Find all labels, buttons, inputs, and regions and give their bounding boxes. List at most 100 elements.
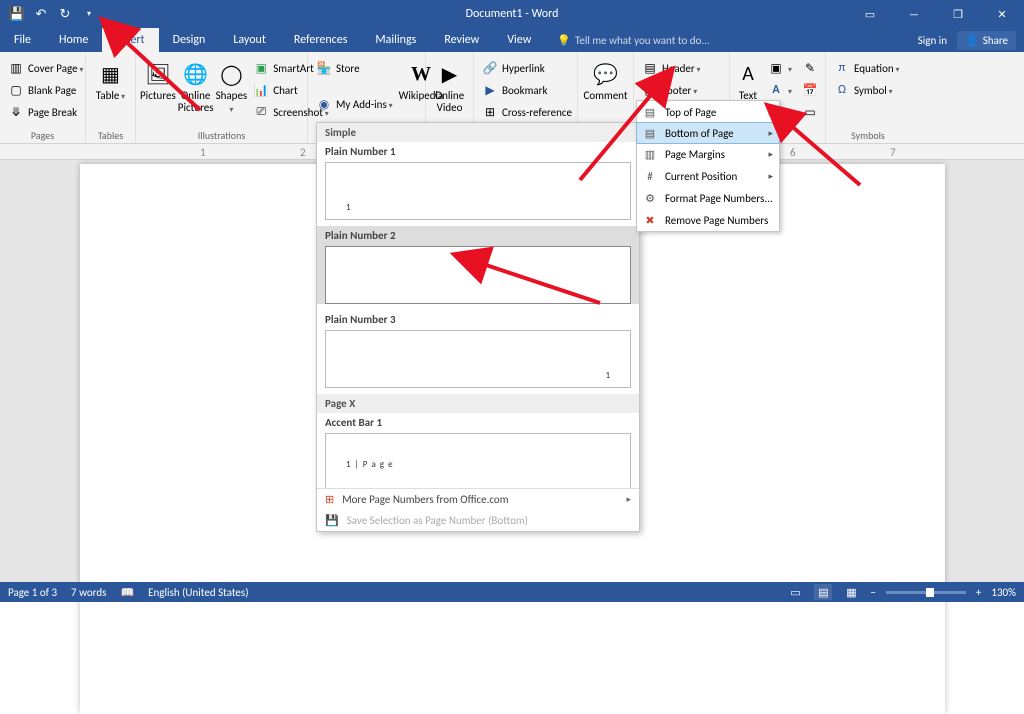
group-label-tables: Tables	[90, 129, 131, 143]
store-button[interactable]: 🏪Store	[312, 58, 397, 78]
redo-icon[interactable]: ↻	[54, 3, 76, 25]
tab-design[interactable]: Design	[159, 28, 220, 52]
gallery-item-accent-bar-1[interactable]: Accent Bar 1 1 | P a g e	[317, 413, 639, 488]
chevron-right-icon: ▸	[768, 107, 773, 118]
blank-page-icon: ▢	[8, 82, 24, 98]
header-button[interactable]: ▤Header	[638, 58, 728, 78]
gallery-scroll[interactable]: Simple Plain Number 1 1 Plain Number 2 1…	[317, 123, 639, 488]
gallery-item-plain-number-3[interactable]: Plain Number 3 1	[317, 310, 639, 388]
tab-references[interactable]: References	[280, 28, 362, 52]
hyperlink-button[interactable]: 🔗Hyperlink	[478, 58, 576, 78]
gallery-item-plain-number-2[interactable]: Plain Number 2 1	[317, 226, 639, 304]
more-label: More Page Numbers from Office.com	[342, 493, 508, 506]
header-label: Header	[662, 62, 701, 75]
close-icon[interactable]: ✕	[980, 0, 1024, 28]
save-icon[interactable]: 💾	[6, 3, 28, 25]
tab-review[interactable]: Review	[430, 28, 493, 52]
tab-layout[interactable]: Layout	[219, 28, 280, 52]
status-page[interactable]: Page 1 of 3	[8, 586, 57, 599]
top-of-page-icon: ▤	[641, 106, 659, 119]
zoom-level[interactable]: 130%	[991, 586, 1016, 599]
pictures-button[interactable]: 🖼Pictures	[140, 56, 176, 102]
menu-label: Remove Page Numbers	[665, 214, 768, 227]
cover-page-label: Cover Page	[28, 62, 83, 75]
status-language[interactable]: English (United States)	[148, 586, 248, 599]
gallery-preview: 1	[325, 162, 631, 220]
group-illustrations: 🖼Pictures 🌐Online Pictures ◯Shapes ▣Smar…	[136, 52, 308, 143]
online-video-icon: ▶	[436, 60, 464, 88]
table-button[interactable]: ▦ Table	[90, 56, 131, 103]
restore-icon[interactable]: ❐	[936, 0, 980, 28]
tab-insert[interactable]: Insert	[102, 28, 158, 52]
zoom-out-button[interactable]: −	[870, 586, 875, 599]
sign-in-link[interactable]: Sign in	[918, 34, 947, 47]
symbol-icon: Ω	[834, 82, 850, 98]
tab-home[interactable]: Home	[45, 28, 102, 52]
online-video-button[interactable]: ▶Online Video	[430, 56, 469, 114]
menu-format-page-numbers[interactable]: ⚙Format Page Numbers...	[637, 187, 779, 209]
symbol-button[interactable]: Ω Symbol	[830, 80, 903, 100]
bookmark-label: Bookmark	[502, 84, 547, 97]
shapes-icon: ◯	[217, 60, 245, 88]
quick-access-toolbar: 💾 ↶ ↻	[0, 3, 100, 25]
menu-top-of-page[interactable]: ▤Top of Page▸	[637, 101, 779, 123]
gallery-preview: 1	[325, 246, 631, 304]
undo-icon[interactable]: ↶	[30, 3, 52, 25]
menu-bottom-of-page[interactable]: ▤Bottom of Page▸	[636, 122, 780, 144]
bookmark-button[interactable]: ▶Bookmark	[478, 80, 576, 100]
minimize-icon[interactable]: —	[892, 0, 936, 28]
ribbon-display-options-icon[interactable]: ▭	[848, 0, 892, 28]
wordart-button[interactable]: A	[764, 80, 796, 100]
status-bar: Page 1 of 3 7 words 📖 English (United St…	[0, 582, 1024, 602]
equation-icon: π	[834, 60, 850, 76]
share-button[interactable]: 👤 Share	[957, 31, 1016, 50]
ruler-tick: 1	[200, 146, 206, 159]
object-button[interactable]: ▭	[798, 102, 822, 122]
gallery-item-title: Plain Number 1	[317, 142, 639, 160]
quick-parts-button[interactable]: ▣	[764, 58, 796, 78]
cross-reference-button[interactable]: ⊞Cross-reference	[478, 102, 576, 122]
tab-view[interactable]: View	[493, 28, 545, 52]
tab-file[interactable]: File	[0, 28, 45, 52]
date-time-icon: 📅	[802, 82, 818, 98]
store-icon: 🏪	[316, 60, 332, 76]
page-break-button[interactable]: ⤋Page Break	[4, 102, 87, 122]
my-addins-icon: ◉	[316, 96, 332, 112]
signature-line-button[interactable]: ✎	[798, 58, 822, 78]
menu-label: Page Margins	[665, 148, 725, 161]
symbol-label: Symbol	[854, 84, 893, 97]
comment-button[interactable]: 💬Comment	[582, 56, 629, 102]
qat-customize-icon[interactable]	[78, 3, 100, 25]
pictures-icon: 🖼	[144, 60, 172, 88]
tab-mailings[interactable]: Mailings	[361, 28, 430, 52]
group-symbols: πEquation ΩSymbol Symbols	[826, 52, 910, 143]
status-word-count[interactable]: 7 words	[71, 586, 106, 599]
tell-me-search[interactable]: 💡 Tell me what you want to do...	[545, 28, 709, 52]
status-spellcheck-icon[interactable]: 📖	[120, 586, 134, 599]
online-video-label: Online Video	[430, 90, 469, 114]
view-read-mode[interactable]: ▭	[786, 584, 804, 600]
online-pictures-button[interactable]: 🌐Online Pictures	[178, 56, 214, 114]
my-addins-button[interactable]: ◉My Add-ins	[312, 94, 397, 114]
menu-remove-page-numbers[interactable]: ✖Remove Page Numbers	[637, 209, 779, 231]
office-icon: ⊞	[325, 493, 334, 506]
cross-reference-icon: ⊞	[482, 104, 498, 120]
footer-label: Footer	[662, 84, 697, 97]
save-selection-label: Save Selection as Page Number (Bottom)	[347, 514, 528, 527]
footer-button[interactable]: ▤Footer	[638, 80, 728, 100]
equation-button[interactable]: πEquation	[830, 58, 903, 78]
gallery-item-plain-number-1[interactable]: Plain Number 1 1	[317, 142, 639, 220]
gallery-section-simple: Simple	[317, 123, 639, 142]
view-print-layout[interactable]: ▤	[814, 584, 832, 600]
date-time-button[interactable]: 📅	[798, 80, 822, 100]
view-web-layout[interactable]: ▦	[842, 584, 860, 600]
zoom-in-button[interactable]: +	[976, 586, 981, 599]
comment-label: Comment	[583, 90, 627, 102]
menu-current-position[interactable]: #Current Position▸	[637, 165, 779, 187]
zoom-slider[interactable]	[886, 591, 966, 594]
menu-page-margins[interactable]: ▥Page Margins▸	[637, 143, 779, 165]
shapes-button[interactable]: ◯Shapes	[216, 56, 248, 116]
more-page-numbers[interactable]: ⊞More Page Numbers from Office.com▸	[317, 489, 639, 510]
cover-page-button[interactable]: ▥Cover Page	[4, 58, 87, 78]
blank-page-button[interactable]: ▢Blank Page	[4, 80, 87, 100]
